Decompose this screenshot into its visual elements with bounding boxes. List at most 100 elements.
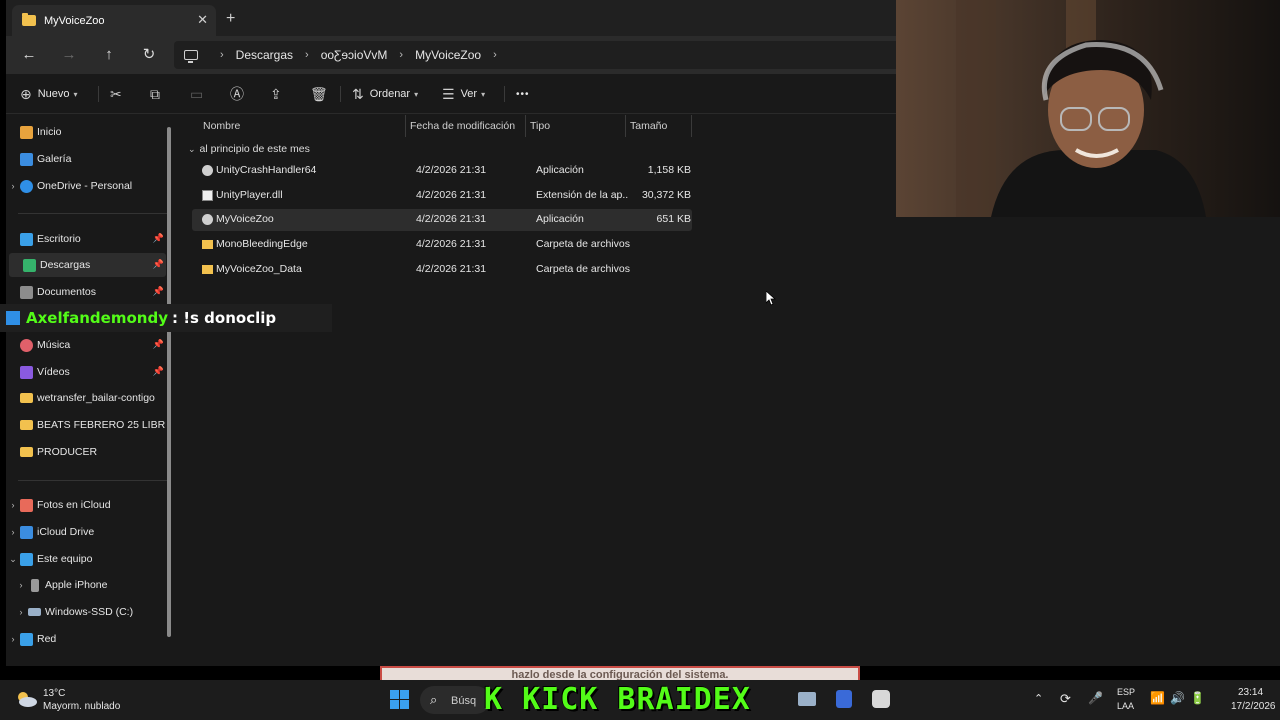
sidebar-item-label: Descargas [40, 259, 91, 271]
breadcrumb-separator: › [220, 49, 224, 61]
search-box[interactable]: ⌕ Búsq [420, 686, 490, 714]
system-notification-banner: hazlo desde la configuración del sistema… [380, 666, 860, 680]
clock-time[interactable]: 23:14 [1238, 687, 1263, 698]
chevron-up-icon[interactable]: ⌃ [1034, 692, 1043, 705]
share-icon[interactable]: ⇪ [270, 85, 282, 103]
chevron-down-icon[interactable]: ⌄ [6, 554, 20, 565]
group-header[interactable]: ⌄ al principio de este mes [188, 143, 310, 155]
chevron-right-icon[interactable]: › [6, 500, 20, 510]
sidebar-item-videos[interactable]: Vídeos 📌 [6, 360, 166, 384]
group-label: al principio de este mes [199, 143, 310, 155]
chat-message: : !s donoclip [171, 309, 277, 327]
column-header-modified[interactable]: Fecha de modificación [410, 117, 515, 135]
file-type: Extensión de la ap... [536, 189, 628, 201]
more-options-button[interactable]: ••• [516, 85, 530, 103]
sidebar-item-beats[interactable]: BEATS FEBRERO 25 LIBRE [6, 413, 166, 437]
view-icon: ☰ [442, 85, 455, 102]
volume-icon[interactable]: 🔊 [1170, 691, 1185, 705]
folder-icon [20, 393, 33, 403]
sidebar-scrollbar[interactable] [167, 127, 171, 637]
new-button[interactable]: ⊕ Nuevo ▾ [20, 85, 78, 103]
sidebar-item-musica[interactable]: Música 📌 [6, 333, 166, 357]
chevron-right-icon[interactable]: › [14, 580, 28, 590]
up-button[interactable]: ↑ [98, 44, 120, 66]
file-name: MonoBleedingEdge [216, 238, 308, 250]
language-bottom[interactable]: LAA [1117, 701, 1134, 711]
sort-button[interactable]: ⇅ Ordenar ▾ [352, 85, 418, 103]
cut-icon[interactable]: ✂ [110, 85, 122, 103]
sidebar-item-onedrive[interactable]: › OneDrive - Personal [6, 174, 166, 198]
rename-icon[interactable]: Ⓐ [230, 85, 244, 103]
windows-start-icon[interactable] [390, 690, 410, 710]
chevron-right-icon[interactable]: › [6, 634, 20, 644]
sidebar-item-inicio[interactable]: Inicio [6, 120, 166, 144]
file-row[interactable]: MyVoiceZoo_Data 4/2/2026 21:31 Carpeta d… [192, 259, 692, 281]
weather-description[interactable]: Mayorm. nublado [43, 701, 120, 712]
sidebar-item-label: Apple iPhone [45, 579, 108, 591]
file-row[interactable]: MonoBleedingEdge 4/2/2026 21:31 Carpeta … [192, 234, 692, 256]
sidebar-item-icloud-drive[interactable]: › iCloud Drive [6, 520, 166, 544]
copy-icon[interactable]: ⧉ [150, 85, 160, 103]
microphone-icon[interactable]: 🎤 [1088, 691, 1103, 705]
sidebar-item-label: Escritorio [37, 233, 81, 245]
sidebar-item-descargas[interactable]: Descargas 📌 [9, 253, 166, 277]
sidebar-item-galeria[interactable]: Galería [6, 147, 166, 171]
pc-icon [20, 552, 33, 566]
app-icon[interactable] [836, 690, 852, 708]
sidebar-item-escritorio[interactable]: Escritorio 📌 [6, 227, 166, 251]
chevron-right-icon[interactable]: › [14, 607, 28, 617]
file-row[interactable]: UnityCrashHandler64 4/2/2026 21:31 Aplic… [192, 160, 692, 182]
sync-icon[interactable]: ⟳ [1060, 691, 1071, 707]
file-type: Carpeta de archivos [536, 238, 630, 250]
breadcrumb-current-folder[interactable]: MyVoiceZoo [415, 48, 481, 62]
sidebar-item-label: Música [37, 339, 71, 351]
column-divider[interactable] [405, 115, 406, 137]
breadcrumb-descargas[interactable]: Descargas [236, 48, 293, 62]
wifi-icon[interactable]: 📶 [1150, 691, 1165, 705]
paste-icon[interactable]: ▭ [190, 85, 203, 103]
breadcrumb-parent-folder[interactable]: ooƸɘɔioVvM [321, 48, 388, 62]
unity-app-icon[interactable] [872, 690, 890, 708]
file-row[interactable]: MyVoiceZoo 4/2/2026 21:31 Aplicación 651… [192, 209, 692, 231]
sidebar-item-documentos[interactable]: Documentos 📌 [6, 280, 166, 304]
chevron-right-icon[interactable]: › [6, 527, 20, 537]
sidebar-item-producer[interactable]: PRODUCER [6, 440, 166, 464]
sidebar-item-label: BEATS FEBRERO 25 LIBRE [37, 419, 166, 431]
file-row[interactable]: UnityPlayer.dll 4/2/2026 21:31 Extensión… [192, 185, 692, 207]
column-header-size[interactable]: Tamaño [630, 117, 667, 135]
dll-icon [202, 190, 213, 201]
app-icon [202, 214, 213, 225]
back-button[interactable]: ← [18, 44, 40, 66]
webcam-overlay [896, 0, 1280, 217]
refresh-button[interactable]: ↻ [138, 44, 160, 66]
sidebar-item-este-equipo[interactable]: ⌄ Este equipo [6, 547, 166, 571]
column-divider[interactable] [691, 115, 692, 137]
sidebar-item-fotos-icloud[interactable]: › Fotos en iCloud [6, 493, 166, 517]
sidebar-item-apple-iphone[interactable]: › Apple iPhone [6, 573, 166, 597]
weather-temperature[interactable]: 13°C [43, 688, 65, 699]
search-icon: ⌕ [430, 692, 438, 707]
app-icon[interactable] [798, 692, 816, 706]
address-bar[interactable]: › Descargas › ooƸɘɔioVvM › MyVoiceZoo › [174, 41, 934, 69]
view-button[interactable]: ☰ Ver ▾ [442, 85, 485, 103]
delete-icon[interactable]: 🗑 [310, 85, 328, 103]
battery-icon[interactable]: 🔋 [1190, 691, 1205, 705]
sidebar-item-wetransfer[interactable]: wetransfer_bailar-contigo [6, 386, 166, 410]
drive-icon [28, 608, 41, 616]
column-header-type[interactable]: Tipo [530, 117, 550, 135]
column-header-name[interactable]: Nombre [203, 117, 240, 135]
language-top[interactable]: ESP [1117, 687, 1135, 697]
monitor-icon [184, 50, 198, 63]
forward-button[interactable]: → [58, 44, 80, 66]
explorer-tab[interactable]: MyVoiceZoo ✕ [12, 5, 216, 36]
plus-circle-icon: ⊕ [20, 85, 32, 102]
sidebar-item-windows-ssd[interactable]: › Windows-SSD (C:) [6, 600, 166, 624]
chevron-right-icon[interactable]: › [6, 181, 20, 191]
tab-title: MyVoiceZoo [44, 14, 105, 27]
column-divider[interactable] [525, 115, 526, 137]
new-tab-button[interactable]: + [226, 11, 235, 27]
clock-date[interactable]: 17/2/2026 [1231, 701, 1276, 712]
close-tab-icon[interactable]: ✕ [197, 12, 208, 28]
sidebar-item-red[interactable]: › Red [6, 627, 166, 651]
column-divider[interactable] [625, 115, 626, 137]
